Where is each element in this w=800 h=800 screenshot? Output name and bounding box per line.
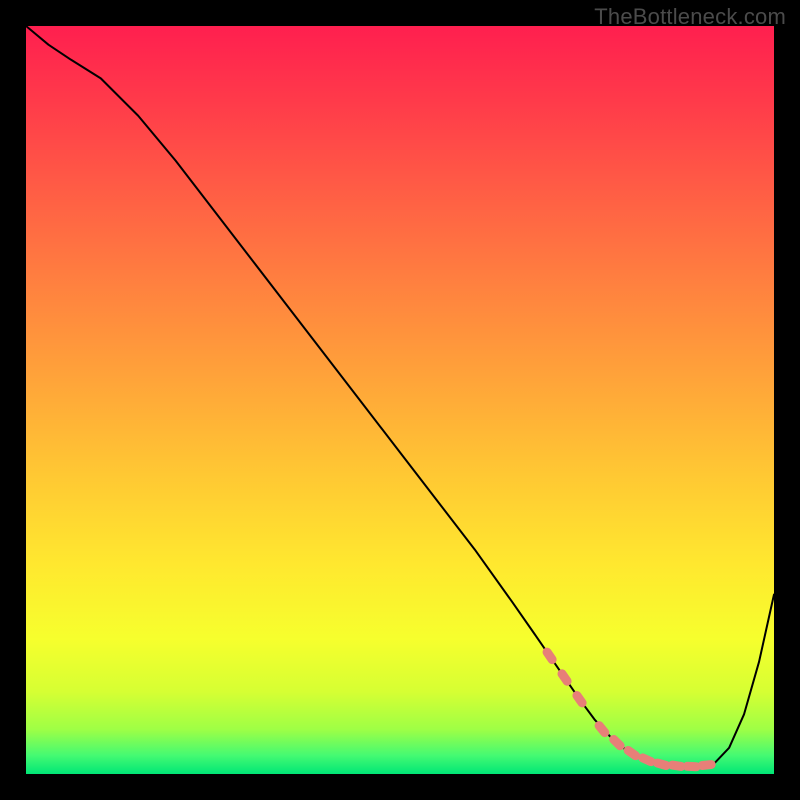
plot-area [26,26,774,774]
watermark-text: TheBottleneck.com [594,4,786,30]
bottleneck-curve [26,26,774,767]
curve-marker [556,668,574,688]
chart-stage: TheBottleneck.com [0,0,800,800]
curve-marker [697,760,716,771]
curve-marker [541,646,559,666]
curve-markers [541,646,716,772]
curve-layer [26,26,774,774]
